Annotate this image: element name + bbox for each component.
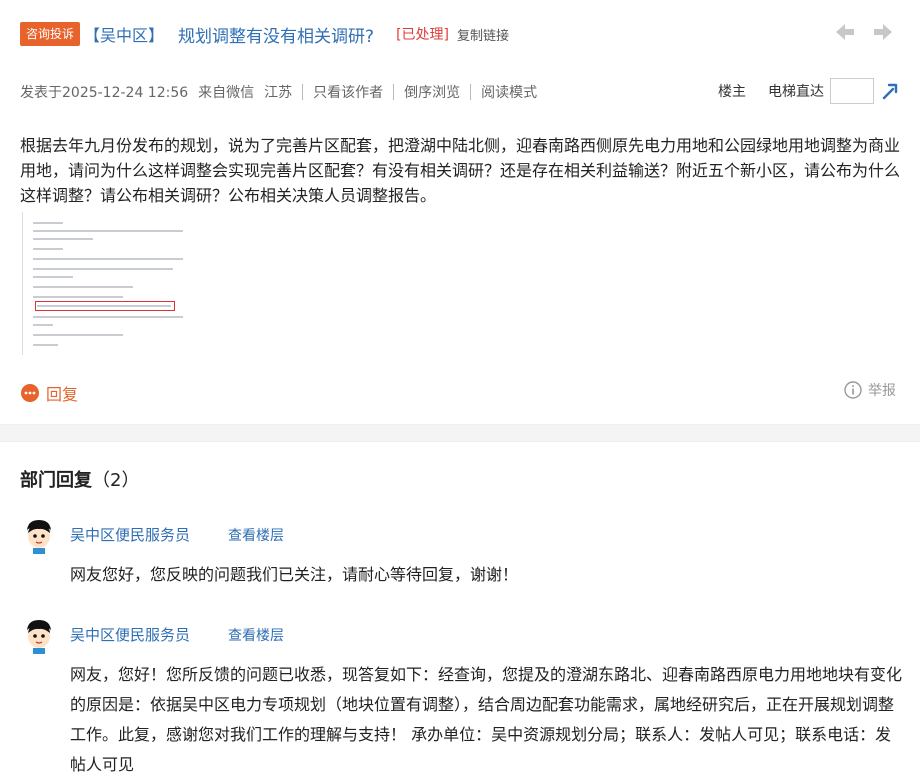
reply-author[interactable]: 吴中区便民服务员	[70, 624, 190, 645]
floor-number-input[interactable]	[830, 78, 874, 104]
reply-button[interactable]: 回复	[20, 381, 78, 405]
thread-nav	[834, 22, 894, 42]
post-location: 江苏	[264, 85, 293, 101]
avatar[interactable]	[22, 618, 56, 654]
only-author-link[interactable]: 只看该作者	[313, 82, 383, 102]
attachment-image[interactable]	[22, 212, 198, 355]
reading-mode-link[interactable]: 阅读模式	[481, 82, 537, 102]
section-divider	[0, 424, 920, 442]
jump-arrow-icon[interactable]	[880, 81, 900, 101]
report-label: 举报	[868, 383, 896, 399]
status-badge: [已处理]	[396, 27, 449, 43]
elevator-label: 电梯直达	[768, 84, 824, 100]
info-icon	[844, 381, 862, 399]
avatar[interactable]	[22, 518, 56, 554]
posted-time: 发表于2025-12-24 12:56	[20, 85, 189, 101]
report-button[interactable]: 举报	[844, 380, 896, 400]
reply-count: （2）	[92, 470, 140, 491]
copy-link-button[interactable]: 复制链接	[457, 25, 509, 44]
department-replies-title: 部门回复（2）	[20, 470, 140, 491]
reverse-order-link[interactable]: 倒序浏览	[404, 82, 460, 102]
post-content: 根据去年九月份发布的规划，说为了完善片区配套，把澄湖中陆北侧，迎春南路西侧原先电…	[20, 136, 901, 205]
comment-icon	[20, 383, 40, 403]
prev-thread-icon[interactable]	[834, 22, 856, 42]
post-title: 规划调整有没有相关调研?	[178, 26, 375, 47]
view-floor-link[interactable]: 查看楼层	[228, 625, 284, 645]
post-title-row: 咨询投诉 【吴中区】 规划调整有没有相关调研? [已处理] 复制链接	[20, 22, 509, 47]
post-source: 来自微信	[198, 85, 255, 101]
reply-author[interactable]: 吴中区便民服务员	[70, 524, 190, 545]
floor-tools: 楼主 电梯直达	[718, 78, 900, 104]
district-label[interactable]: 【吴中区】	[84, 22, 164, 46]
post-meta: 发表于2025-12-24 12:56 来自微信 江苏 只看该作者 倒序浏览 阅…	[20, 78, 900, 104]
floor-owner-label: 楼主	[718, 84, 746, 100]
reply-label: 回复	[46, 385, 79, 404]
divider	[393, 84, 395, 100]
reply-text: 网友您好，您反映的问题我们已关注，请耐心等待回复，谢谢！	[70, 565, 519, 584]
divider	[302, 84, 304, 100]
view-floor-link[interactable]: 查看楼层	[228, 525, 284, 545]
reply-text: 网友，您好！您所反馈的问题已收悉，现答复如下：经查询，您提及的澄湖东路北、迎春南…	[70, 665, 903, 774]
category-badge[interactable]: 咨询投诉	[20, 22, 81, 46]
divider	[470, 84, 472, 100]
next-thread-icon[interactable]	[872, 22, 894, 42]
